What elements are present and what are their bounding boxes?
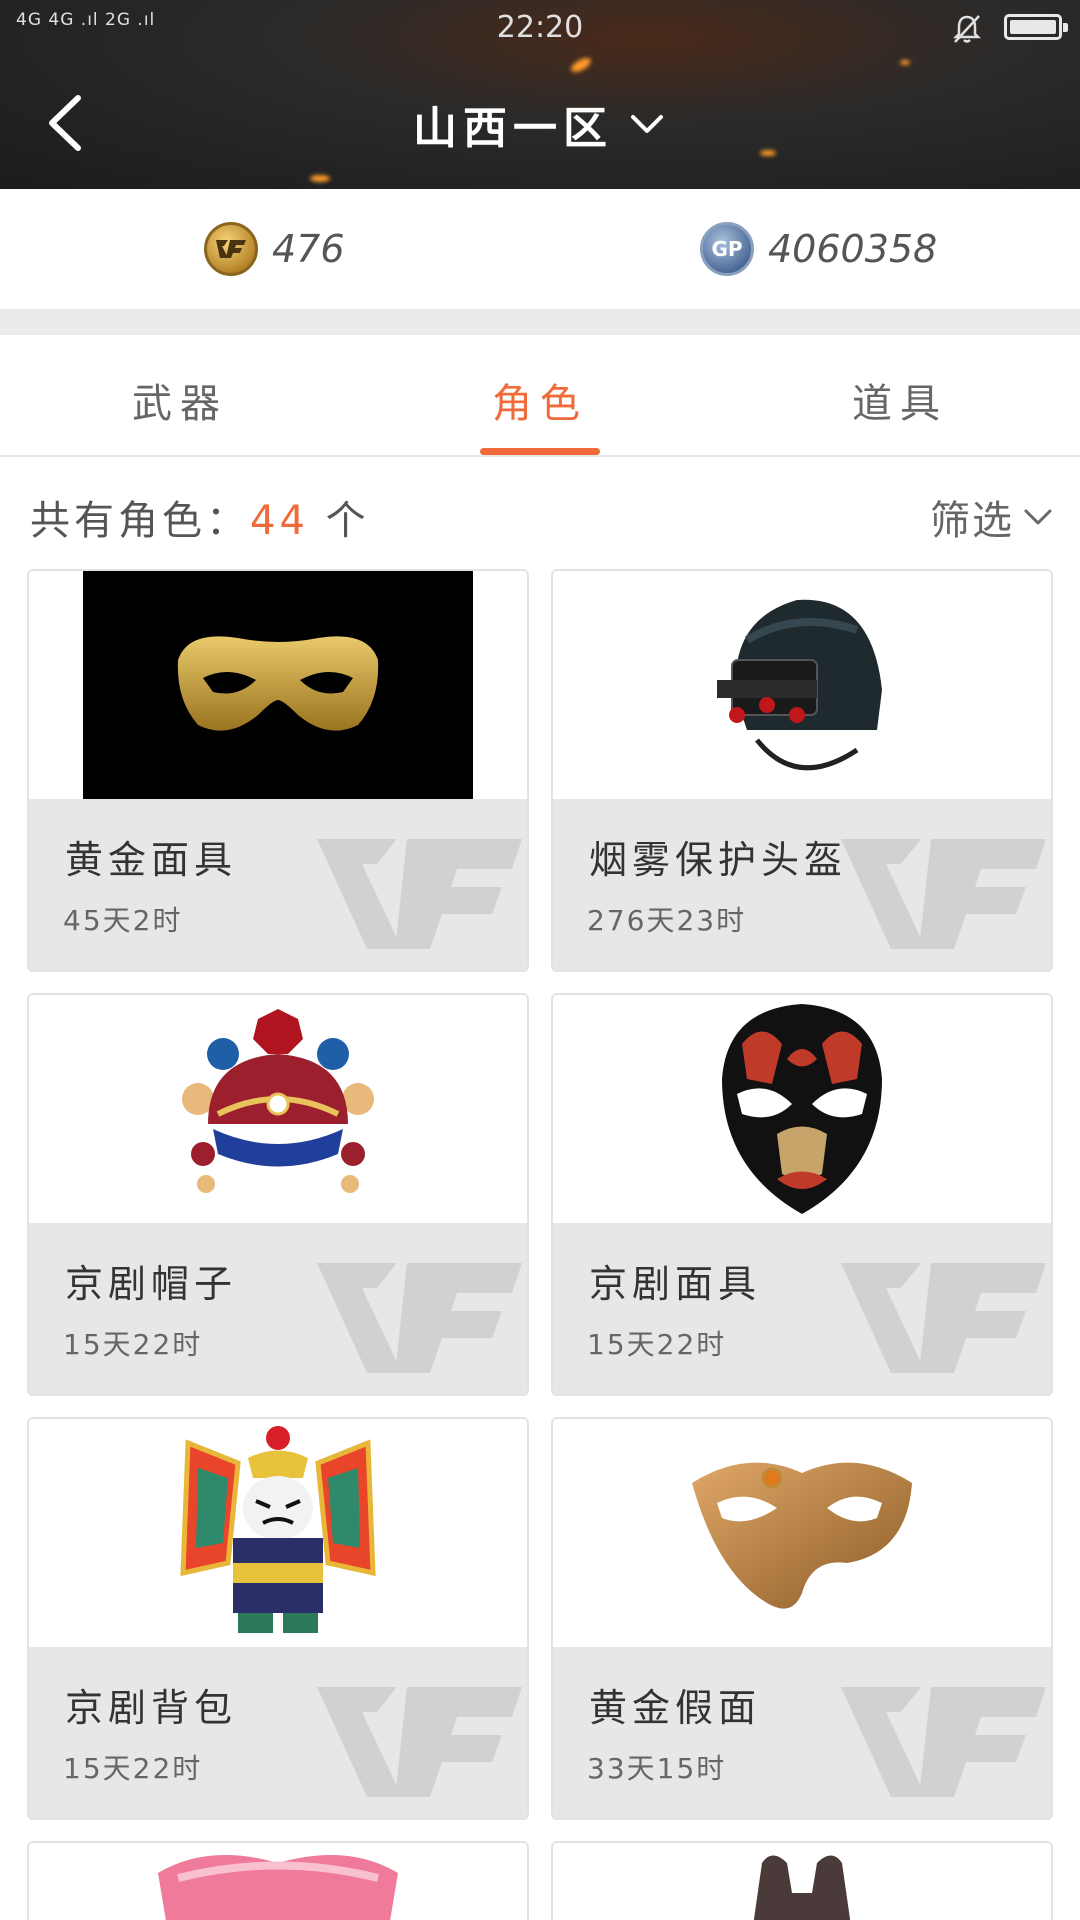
gp-coin-icon: GP: [700, 222, 754, 276]
item-name: 京剧帽子: [65, 1262, 238, 1306]
tab-active-indicator: [480, 448, 600, 455]
item-card[interactable]: 黄金面具 45天2时: [27, 569, 529, 972]
item-card[interactable]: [27, 1841, 529, 1920]
item-name: 黄金面具: [65, 838, 238, 882]
status-bar: 4G 4G .ıl 2G .ıl 22:20: [0, 0, 1080, 56]
item-remaining-time: 15天22时: [63, 1752, 203, 1785]
header-spark: [568, 55, 594, 75]
item-card[interactable]: 黄金假面 33天15时: [551, 1417, 1053, 1820]
item-image: [553, 571, 1051, 799]
item-name: 京剧面具: [589, 1262, 762, 1306]
cf-coin-icon: [204, 222, 258, 276]
status-time: 22:20: [496, 10, 584, 45]
server-selector[interactable]: 山西一区: [0, 92, 1080, 156]
cf-watermark-icon: [317, 1263, 522, 1373]
chevron-down-icon: [1024, 509, 1052, 525]
category-tabs: 武器 角色 道具: [0, 335, 1080, 457]
cf-points: 476: [204, 219, 345, 279]
cf-watermark-icon: [841, 839, 1046, 949]
cf-watermark-icon: [317, 839, 522, 949]
header: 4G 4G .ıl 2G .ıl 22:20 山西一区: [0, 0, 1080, 189]
cf-watermark-icon: [841, 1263, 1046, 1373]
bell-muted-icon: [952, 15, 982, 43]
item-name: 烟雾保护头盔: [589, 838, 848, 882]
item-remaining-time: 15天22时: [63, 1328, 203, 1361]
pink-mask-icon: [158, 1855, 398, 1920]
cf-watermark-icon: [317, 1687, 522, 1797]
filter-label: 筛选: [930, 498, 1014, 544]
smoke-helmet-icon: [717, 599, 882, 771]
item-remaining-time: 33天15时: [587, 1752, 727, 1785]
item-card[interactable]: 京剧帽子 15天22时: [27, 993, 529, 1396]
item-remaining-time: 276天23时: [587, 904, 747, 937]
item-image: [29, 995, 527, 1223]
header-spark: [900, 60, 910, 65]
item-count-summary: 共有角色：44 个: [30, 488, 370, 546]
item-remaining-time: 15天22时: [587, 1328, 727, 1361]
gold-masquerade-icon: [692, 1462, 912, 1609]
cf-watermark-icon: [841, 1687, 1046, 1797]
item-name: 京剧背包: [65, 1686, 238, 1730]
opera-hat-icon: [182, 1009, 374, 1193]
section-divider: [0, 309, 1080, 335]
header-spark: [310, 175, 330, 182]
item-name: 黄金假面: [589, 1686, 762, 1730]
item-info: 京剧背包 15天22时: [29, 1647, 527, 1818]
item-image: [553, 1843, 1051, 1920]
opera-backpack-icon: [180, 1426, 376, 1633]
summary-unit: 个: [325, 498, 370, 544]
battery-icon: [1004, 14, 1068, 40]
opera-mask-icon: [722, 1004, 882, 1214]
item-remaining-time: 45天2时: [63, 904, 183, 937]
dark-helmet-icon: [753, 1855, 851, 1920]
gp-points: GP 4060358: [700, 219, 937, 279]
summary-label: 共有角色：: [30, 498, 250, 544]
item-card[interactable]: 京剧面具 15天22时: [551, 993, 1053, 1396]
item-card[interactable]: 烟雾保护头盔 276天23时: [551, 569, 1053, 972]
item-info: 黄金面具 45天2时: [29, 799, 527, 970]
item-card[interactable]: [551, 1841, 1053, 1920]
item-info: 烟雾保护头盔 276天23时: [553, 799, 1051, 970]
tab-weapons[interactable]: 武器: [0, 371, 360, 429]
gold-mask-icon: [177, 636, 379, 731]
currency-row: 476 GP 4060358: [0, 189, 1080, 309]
gp-points-value: 4060358: [768, 227, 938, 271]
page-title: 山西一区: [413, 103, 613, 154]
item-image: [553, 1419, 1051, 1647]
cf-points-value: 476: [272, 227, 345, 271]
item-image: [29, 571, 527, 799]
item-card[interactable]: 京剧背包 15天22时: [27, 1417, 529, 1820]
item-image: [553, 995, 1051, 1223]
chevron-down-icon: [631, 115, 663, 133]
item-info: 黄金假面 33天15时: [553, 1647, 1051, 1818]
item-info: 京剧帽子 15天22时: [29, 1223, 527, 1394]
filter-button[interactable]: 筛选: [930, 488, 1056, 546]
tab-items[interactable]: 道具: [720, 371, 1080, 429]
item-image: [29, 1419, 527, 1647]
tab-characters[interactable]: 角色: [360, 371, 720, 429]
summary-count: 44: [250, 498, 309, 544]
item-image: [29, 1843, 527, 1920]
item-info: 京剧面具 15天22时: [553, 1223, 1051, 1394]
